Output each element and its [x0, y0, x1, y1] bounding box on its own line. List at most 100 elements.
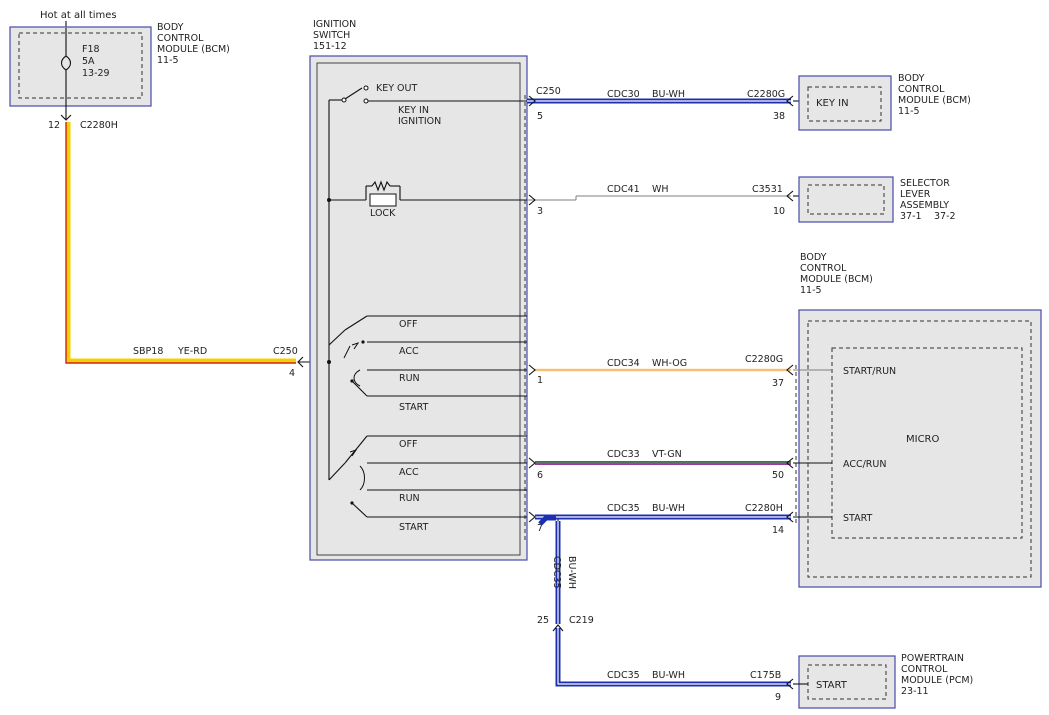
selector-box [798, 176, 894, 223]
hot-at-all-times-label: Hot at all times [40, 10, 117, 21]
cdc41-color: WH [652, 184, 669, 195]
pcm-title-2: CONTROL [901, 664, 948, 675]
pin-10: 10 [773, 206, 785, 217]
c250-left-label: C250 [273, 346, 298, 357]
wire-sbp18-yellow [65, 122, 296, 364]
bcm-main-title-3: MODULE (BCM) [800, 274, 873, 285]
arrow-pin6 [528, 457, 536, 469]
fuse-ref: 13-29 [82, 68, 110, 79]
fuse-rating: 5A [82, 56, 95, 67]
c2280g-mid-label: C2280G [745, 354, 783, 365]
pin-9: 9 [775, 692, 781, 703]
pcm-circuit-label: CDC35 [607, 670, 640, 681]
wiring-diagram: Hot at all times F18 5A 13-29 BODY CONTR… [9, 10, 1042, 709]
pcm-box [798, 655, 896, 709]
pcm-title-3: MODULE (PCM) [901, 675, 973, 686]
selector-ref-2: 37-2 [934, 211, 956, 222]
bcm-keyin-title-1: BODY [898, 73, 925, 84]
pos-b-acc: ACC [399, 467, 419, 478]
bcm-main-title-4: 11-5 [800, 285, 822, 296]
pos-a-start: START [399, 402, 429, 413]
bcm-main-title-2: CONTROL [800, 263, 847, 274]
pin-50: 50 [772, 470, 784, 481]
cdc30-label: CDC30 [607, 89, 640, 100]
selector-ref-1: 37-1 [900, 211, 922, 222]
pos-b-off: OFF [399, 439, 417, 450]
branch-circuit-label: CDC35 [551, 556, 562, 589]
cdc41-label: CDC41 [607, 184, 640, 195]
pin-12: 12 [48, 120, 60, 131]
cdc34-color: WH-OG [652, 358, 687, 369]
selector-title-2: LEVER [900, 189, 931, 200]
wire-sbp18-red-stripe [65, 122, 296, 364]
keyin-inner-label: KEY IN [816, 98, 849, 109]
micro-label: MICRO [906, 434, 940, 445]
c2280h-mid-label: C2280H [745, 503, 783, 514]
branch-elbow [538, 515, 556, 526]
bcm-top-title-3: MODULE (BCM) [157, 44, 230, 55]
pos-b-start: START [399, 522, 429, 533]
branch-color-label: BU-WH [566, 556, 577, 589]
arrow-pin7 [528, 511, 536, 523]
bcm-keyin-title-2: CONTROL [898, 84, 945, 95]
pin-14: 14 [772, 525, 784, 536]
cdc35-color: BU-WH [652, 503, 685, 514]
pos-a-off: OFF [399, 319, 417, 330]
c175b-label: C175B [750, 670, 781, 681]
c219-label: C219 [569, 615, 594, 626]
bcm-top-title-4: 11-5 [157, 55, 179, 66]
pin-5: 5 [537, 111, 543, 122]
lock-coil [369, 193, 397, 207]
bcm-top-title-2: CONTROL [157, 33, 204, 44]
pos-a-run: RUN [399, 373, 420, 384]
pin-1: 1 [537, 375, 543, 386]
key-in-label-2: IGNITION [398, 116, 441, 127]
bcm-top-title-1: BODY [157, 22, 184, 33]
pcm-title-4: 23-11 [901, 686, 929, 697]
bcm-top-box [9, 26, 152, 107]
c2280h-top-label: C2280H [80, 120, 118, 131]
c250-right-label: C250 [536, 86, 561, 97]
ign-title-2: SWITCH [313, 30, 350, 41]
ign-title-1: IGNITION [313, 19, 356, 30]
bcm-acc-run-label: ACC/RUN [843, 459, 886, 470]
cdc30-color: BU-WH [652, 89, 685, 100]
sbp18-circuit-label: SBP18 [133, 346, 163, 357]
bcm-main-title-1: BODY [800, 252, 827, 263]
sbp18-color-label: YE-RD [177, 346, 207, 357]
c2280g-top-label: C2280G [747, 89, 785, 100]
arrow-pin1 [528, 364, 536, 376]
pcm-color-label: BU-WH [652, 670, 685, 681]
pos-b-run: RUN [399, 493, 420, 504]
bcm-keyin-title-4: 11-5 [898, 106, 920, 117]
pin-4: 4 [289, 368, 295, 379]
cdc33-color: VT-GN [652, 449, 682, 460]
pcm-title-1: POWERTRAIN [901, 653, 964, 664]
fuse-name: F18 [82, 44, 100, 55]
bcm-start-label: START [843, 513, 873, 524]
bcm-start-run-label: START/RUN [843, 366, 896, 377]
bus-junction-c250 [327, 360, 331, 364]
switch-a-acc-contact [361, 340, 365, 344]
lock-label: LOCK [370, 208, 396, 219]
pin-25: 25 [537, 615, 549, 626]
keyout-contact [363, 85, 369, 91]
keyin-contact [363, 98, 369, 104]
selector-title-1: SELECTOR [900, 178, 950, 189]
selector-title-3: ASSEMBLY [900, 200, 949, 211]
cdc33-label: CDC33 [607, 449, 640, 460]
ign-title-3: 151-12 [313, 41, 347, 52]
pin-38: 38 [773, 111, 785, 122]
c3531-label: C3531 [752, 184, 783, 195]
key-out-label: KEY OUT [376, 83, 417, 94]
cdc35-label: CDC35 [607, 503, 640, 514]
cdc34-label: CDC34 [607, 358, 640, 369]
bcm-keyin-title-3: MODULE (BCM) [898, 95, 971, 106]
pos-a-acc: ACC [399, 346, 419, 357]
pin-6: 6 [537, 470, 543, 481]
ignition-switch-inner [316, 62, 521, 556]
key-in-label-1: KEY IN [398, 105, 429, 116]
pin-37: 37 [772, 378, 784, 389]
pcm-inner-label: START [816, 680, 848, 691]
pin-3: 3 [537, 206, 543, 217]
